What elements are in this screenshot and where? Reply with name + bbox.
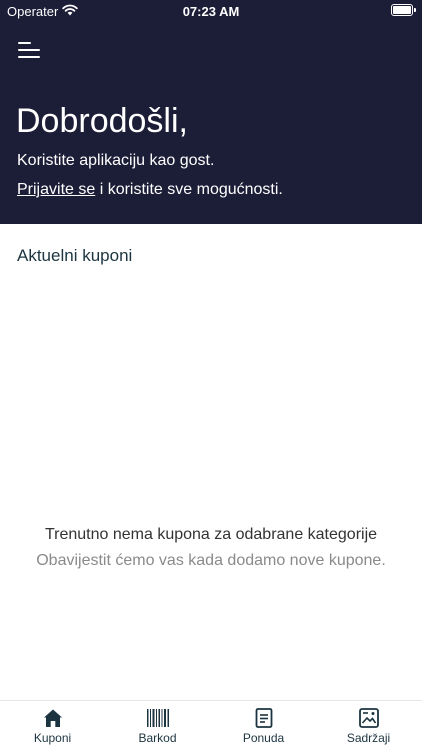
gallery-icon	[358, 708, 379, 728]
empty-state-title: Trenutno nema kupona za odabrane kategor…	[44, 526, 378, 543]
tab-label: Ponuda	[242, 731, 285, 745]
status-bar: Operater 07:23 AM	[0, 0, 422, 22]
tab-sadrzaji[interactable]: Sadržaji	[316, 701, 421, 751]
home-icon	[43, 709, 62, 727]
welcome-title: Dobrodošli,	[16, 102, 188, 140]
tab-barkod[interactable]: Barkod	[105, 701, 210, 751]
battery-icon	[391, 4, 416, 16]
tab-label: Barkod	[138, 731, 177, 745]
tab-label: Sadržaji	[346, 731, 391, 745]
section-title: Aktuelni kuponi	[17, 246, 133, 265]
login-link[interactable]: Prijavite se	[17, 181, 95, 198]
login-line: Prijavite se i koristite sve mogućnosti.	[17, 180, 283, 200]
empty-state-subtitle: Obavijestit ćemo vas kada dodamo nove ku…	[36, 552, 386, 569]
tab-kuponi[interactable]: Kuponi	[0, 701, 105, 751]
tab-ponuda[interactable]: Ponuda	[211, 701, 316, 751]
status-time: 07:23 AM	[182, 4, 240, 19]
barcode-icon	[146, 709, 169, 727]
login-rest-text: i koristite sve mogućnosti.	[95, 181, 283, 198]
tab-bar: Kuponi Barkod Ponuda Sadržaji	[0, 700, 422, 751]
guest-text: Koristite aplikaciju kao gost.	[17, 152, 215, 169]
tab-label: Kuponi	[33, 731, 72, 745]
header: Operater 07:23 AM Dobrodošli, Koristite …	[0, 0, 422, 224]
menu-icon	[18, 42, 31, 44]
menu-button[interactable]	[18, 40, 40, 60]
document-icon	[255, 708, 272, 728]
